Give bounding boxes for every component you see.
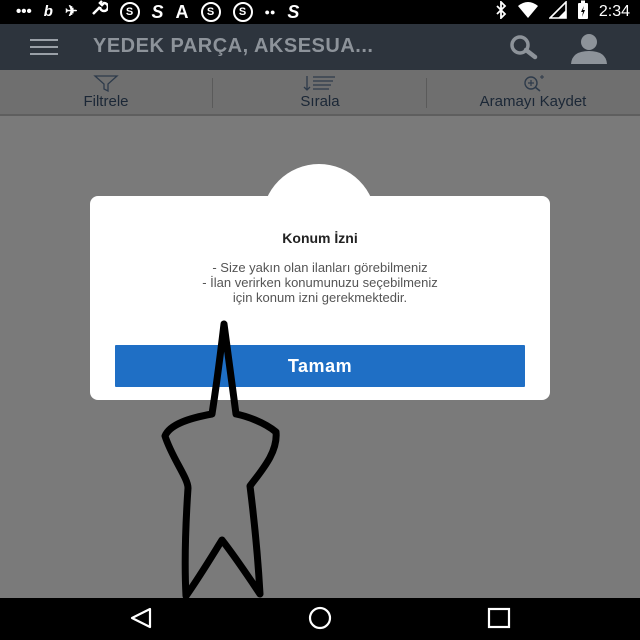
clock-time: 2:34 bbox=[598, 3, 630, 20]
recent-apps-nav-icon[interactable] bbox=[486, 607, 512, 634]
s-icon: S bbox=[151, 2, 164, 22]
toolbar-divider bbox=[426, 78, 427, 108]
signal-icon bbox=[547, 0, 567, 24]
sort-button[interactable]: Sırala bbox=[240, 70, 400, 114]
toolbar-divider bbox=[212, 78, 213, 108]
dialog-message: - Size yakın olan ilanları görebilmeniz … bbox=[90, 260, 550, 305]
battery-icon bbox=[577, 0, 589, 25]
funnel-icon bbox=[40, 70, 172, 92]
wrench-icon bbox=[90, 0, 109, 25]
bluetooth-icon bbox=[495, 0, 507, 24]
back-nav-icon[interactable] bbox=[127, 606, 155, 635]
chat-bubble-icon: ••• bbox=[16, 3, 32, 20]
status-bar: ••• b ✈ S S A S S ●● S 2:34 bbox=[0, 0, 640, 24]
dialog-title: Konum İzni bbox=[282, 230, 358, 246]
badge-icon: S bbox=[200, 2, 221, 22]
sort-label: Sırala bbox=[300, 93, 340, 110]
user-account-icon[interactable] bbox=[566, 30, 612, 64]
badge-icon: S bbox=[232, 2, 253, 22]
dialog-line: - İlan verirken konumunuzu seçebilmeniz bbox=[202, 275, 438, 290]
b-icon: b bbox=[43, 3, 53, 20]
page-title: YEDEK PARÇA, AKSESUA... bbox=[93, 35, 374, 57]
system-nav-bar bbox=[0, 598, 640, 640]
save-search-icon bbox=[450, 70, 616, 92]
hand-drawn-star-annotation bbox=[161, 320, 280, 600]
home-nav-icon[interactable] bbox=[305, 606, 335, 635]
badge-icon: S bbox=[119, 2, 140, 22]
notification-icons: ••• b ✈ S S A S S ●● S bbox=[0, 0, 299, 25]
save-search-label: Aramayı Kaydet bbox=[479, 93, 587, 110]
search-icon[interactable] bbox=[505, 33, 545, 61]
hamburger-menu-icon[interactable] bbox=[30, 39, 58, 55]
bubble-icon: ●● bbox=[264, 7, 276, 17]
filter-toolbar: Filtrele Sırala Aramayı Kaydet bbox=[0, 70, 640, 116]
filter-button[interactable]: Filtrele bbox=[40, 70, 172, 114]
bird-icon: ✈ bbox=[64, 3, 78, 20]
system-icons: 2:34 bbox=[495, 0, 630, 24]
filter-label: Filtrele bbox=[83, 93, 129, 110]
dialog-line: - Size yakın olan ilanları görebilmeniz bbox=[212, 260, 428, 275]
wifi-icon bbox=[517, 1, 539, 24]
dialog-line: için konum izni gerekmektedir. bbox=[232, 290, 408, 305]
sort-icon bbox=[240, 70, 400, 92]
save-search-button[interactable]: Aramayı Kaydet bbox=[450, 70, 616, 114]
s-icon: S bbox=[287, 2, 300, 22]
a-icon: A bbox=[175, 2, 189, 22]
app-bar: YEDEK PARÇA, AKSESUA... bbox=[0, 24, 640, 70]
